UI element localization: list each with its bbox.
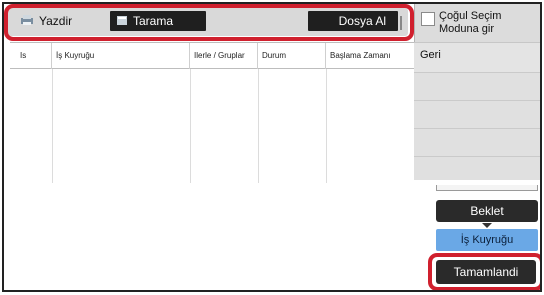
column-header-progress[interactable]: Ilerle / Gruplar bbox=[190, 43, 258, 69]
tab-scan-label: Tarama bbox=[133, 14, 174, 28]
panel-bottom-edge bbox=[436, 185, 538, 191]
column-divider bbox=[190, 69, 191, 183]
tab-print[interactable]: Yazdir bbox=[14, 11, 106, 31]
side-panel-slot bbox=[414, 128, 540, 156]
arrow-down-icon bbox=[482, 223, 492, 228]
column-divider bbox=[258, 69, 259, 183]
tab-scan[interactable]: Tarama bbox=[110, 11, 206, 31]
table-header: Is İş Kuyruğu Ilerle / Gruplar Durum Baş… bbox=[10, 43, 414, 69]
column-header-status[interactable]: Durum bbox=[258, 43, 326, 69]
column-divider bbox=[326, 69, 327, 183]
completed-button[interactable]: Tamamlandi bbox=[436, 260, 536, 284]
column-divider bbox=[52, 69, 53, 183]
back-button[interactable]: Geri bbox=[414, 42, 540, 72]
multi-select-toggle[interactable]: Çoğul Seçim Moduna gir bbox=[421, 10, 539, 40]
hold-button[interactable]: Beklet bbox=[436, 200, 538, 222]
side-panel-slot bbox=[414, 156, 540, 180]
multi-select-checkbox[interactable] bbox=[421, 12, 435, 26]
job-queue-button[interactable]: İş Kuyruğu bbox=[436, 229, 538, 251]
tab-divider bbox=[400, 16, 402, 30]
print-icon bbox=[20, 12, 34, 32]
job-status-screen: Yazdir Tarama Dosya Al Is İş Kuyruğu Ile… bbox=[2, 2, 542, 292]
tab-file-label: Dosya Al bbox=[338, 14, 386, 28]
column-header-start-time[interactable]: Başlama Zamanı bbox=[326, 43, 414, 69]
multi-select-label: Çoğul Seçim Moduna gir bbox=[439, 10, 502, 35]
tab-print-label: Yazdir bbox=[39, 14, 73, 28]
scan-icon bbox=[116, 12, 128, 32]
tab-bar: Yazdir Tarama Dosya Al bbox=[8, 8, 408, 36]
tab-file-receive[interactable]: Dosya Al bbox=[308, 11, 398, 31]
side-panel-slot bbox=[414, 72, 540, 100]
column-header-job[interactable]: Is bbox=[10, 43, 52, 69]
job-table: Is İş Kuyruğu Ilerle / Gruplar Durum Baş… bbox=[10, 42, 414, 183]
column-header-job-queue[interactable]: İş Kuyruğu bbox=[52, 43, 190, 69]
side-panel-slot bbox=[414, 100, 540, 128]
